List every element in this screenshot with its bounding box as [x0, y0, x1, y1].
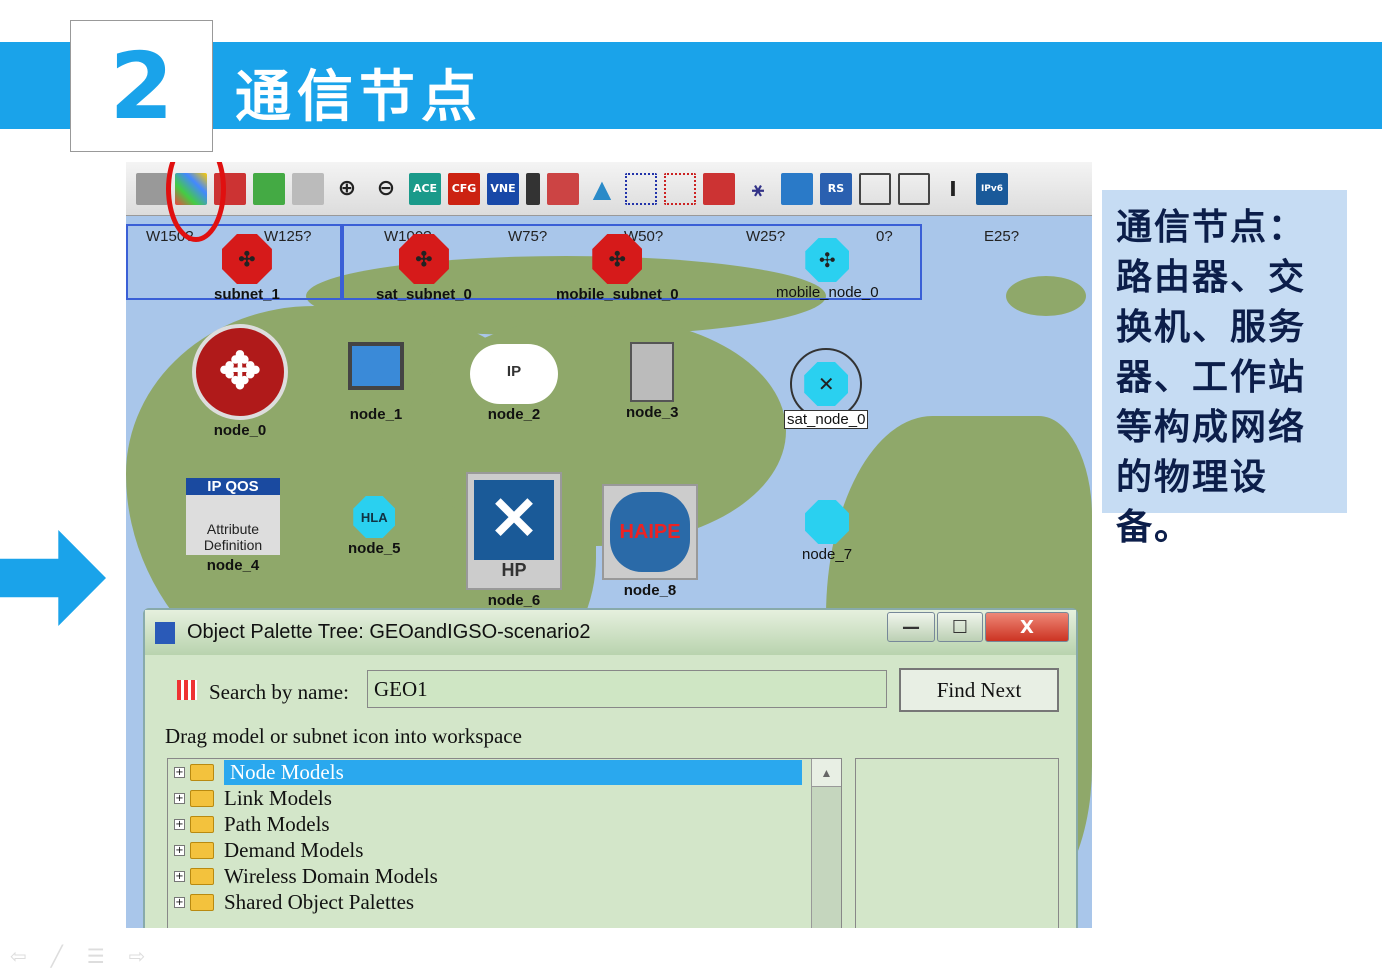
- slide-number: 2: [70, 20, 213, 152]
- node-1[interactable]: node_1: [348, 342, 404, 423]
- search-input[interactable]: GEO1: [367, 670, 887, 708]
- next-icon[interactable]: ⇨: [129, 944, 146, 968]
- node-mobile-subnet-0[interactable]: ✣ mobile_subnet_0: [556, 234, 679, 303]
- opnet-screenshot: ⊕ ⊖ ACE CFG VNE ▲ ⚹ RS I IPv6 W150? W125…: [126, 162, 1092, 928]
- import-icon[interactable]: [547, 172, 579, 205]
- node-2[interactable]: IP node_2: [470, 344, 558, 423]
- expand-icon[interactable]: +: [174, 870, 185, 882]
- cfg-icon[interactable]: CFG: [448, 172, 480, 205]
- slide-nav: ⇦ ╱ ☰ ⇨: [10, 944, 146, 968]
- tree-item-link-models[interactable]: + Link Models: [168, 785, 841, 811]
- folder-icon: [190, 789, 214, 807]
- node-6[interactable]: ✕ HP node_6: [466, 472, 562, 609]
- palette-icon: [155, 621, 175, 644]
- graph-icon[interactable]: [898, 172, 930, 205]
- node-3[interactable]: node_3: [626, 342, 679, 421]
- node-subnet-1[interactable]: ✣ subnet_1: [214, 234, 280, 303]
- info-icon[interactable]: I: [937, 173, 969, 205]
- node-sat-subnet-0[interactable]: ✣ sat_subnet_0: [376, 234, 472, 303]
- rsvp-icon[interactable]: RS: [820, 172, 852, 205]
- tree-item-wireless-domain-models[interactable]: + Wireless Domain Models: [168, 863, 841, 889]
- node-mobile-node-0[interactable]: ✣ mobile_node_0: [776, 238, 879, 301]
- tree-item-demand-models[interactable]: + Demand Models: [168, 837, 841, 863]
- tree-item-node-models[interactable]: + Node Models: [168, 759, 841, 785]
- folder-icon: [190, 867, 214, 885]
- palette-tree: + Node Models + Link Models + Path Models +…: [167, 758, 842, 928]
- ipv6-icon[interactable]: IPv6: [976, 172, 1008, 205]
- node-8[interactable]: HAIPE node_8: [602, 484, 698, 599]
- maximize-button[interactable]: ☐: [937, 612, 983, 642]
- close-button[interactable]: X: [985, 612, 1069, 642]
- gear-icon[interactable]: [781, 172, 813, 205]
- expand-icon[interactable]: +: [174, 792, 185, 804]
- node-4[interactable]: IP QOS Attribute Definition node_4: [186, 478, 280, 574]
- folder-icon: [190, 893, 214, 911]
- search-label: Search by name:: [209, 680, 349, 704]
- object-palette-dialog: Object Palette Tree: GEOandIGSO-scenario…: [143, 608, 1078, 928]
- slide-title: 通信节点: [235, 65, 483, 130]
- pen-icon[interactable]: ╱: [51, 944, 63, 968]
- select-nodes-icon[interactable]: [625, 172, 657, 205]
- tree-scrollbar[interactable]: ▲: [811, 759, 841, 928]
- toolbar: ⊕ ⊖ ACE CFG VNE ▲ ⚹ RS I IPv6: [126, 162, 1092, 216]
- minimize-button[interactable]: —: [887, 612, 935, 642]
- triangle-icon[interactable]: ▲: [586, 173, 618, 205]
- folder-icon: [190, 815, 214, 833]
- find-next-button[interactable]: Find Next: [899, 668, 1059, 712]
- previous-icon[interactable]: ⇦: [10, 944, 27, 968]
- node-0[interactable]: ✥ node_0: [192, 324, 288, 439]
- zoom-out-icon[interactable]: ⊖: [370, 173, 402, 205]
- results-icon[interactable]: [859, 172, 891, 205]
- longitude-label: E25?: [984, 228, 1020, 245]
- topology-icon[interactable]: ⚹: [742, 173, 774, 205]
- folder-icon: [190, 763, 214, 781]
- verify-links-icon[interactable]: [253, 172, 285, 205]
- arrow-right-icon: [0, 530, 106, 626]
- tree-item-shared-object-palettes[interactable]: + Shared Object Palettes: [168, 889, 841, 915]
- grid-icon: [177, 680, 197, 700]
- folder-icon: [190, 841, 214, 859]
- node-7[interactable]: node_7: [802, 500, 852, 563]
- traffic-light-icon[interactable]: [526, 172, 540, 205]
- failure-icon[interactable]: [292, 172, 324, 205]
- expand-icon[interactable]: +: [174, 766, 185, 778]
- expand-icon[interactable]: +: [174, 844, 185, 856]
- remove-nodes-icon[interactable]: [664, 172, 696, 205]
- vne-icon[interactable]: VNE: [487, 172, 519, 205]
- node-sat-0[interactable]: ✕ sat_node_0: [784, 348, 869, 429]
- ace-icon[interactable]: ACE: [409, 172, 441, 205]
- scroll-up-icon: ▲: [812, 759, 841, 787]
- node-5[interactable]: HLA node_5: [348, 496, 401, 557]
- hint-text: Drag model or subnet icon into workspace: [165, 724, 522, 748]
- print-icon[interactable]: [136, 172, 168, 205]
- zoom-in-icon[interactable]: ⊕: [331, 173, 363, 205]
- dialog-title: Object Palette Tree: GEOandIGSO-scenario…: [187, 621, 591, 643]
- pin-icon[interactable]: [703, 172, 735, 205]
- slide-note: 通信节点：路由器、交换机、服务器、工作站等构成网络的物理设备。: [1102, 190, 1347, 548]
- expand-icon[interactable]: +: [174, 818, 185, 830]
- preview-panel: [855, 758, 1059, 928]
- tree-item-path-models[interactable]: + Path Models: [168, 811, 841, 837]
- expand-icon[interactable]: +: [174, 896, 185, 908]
- menu-icon[interactable]: ☰: [87, 944, 105, 968]
